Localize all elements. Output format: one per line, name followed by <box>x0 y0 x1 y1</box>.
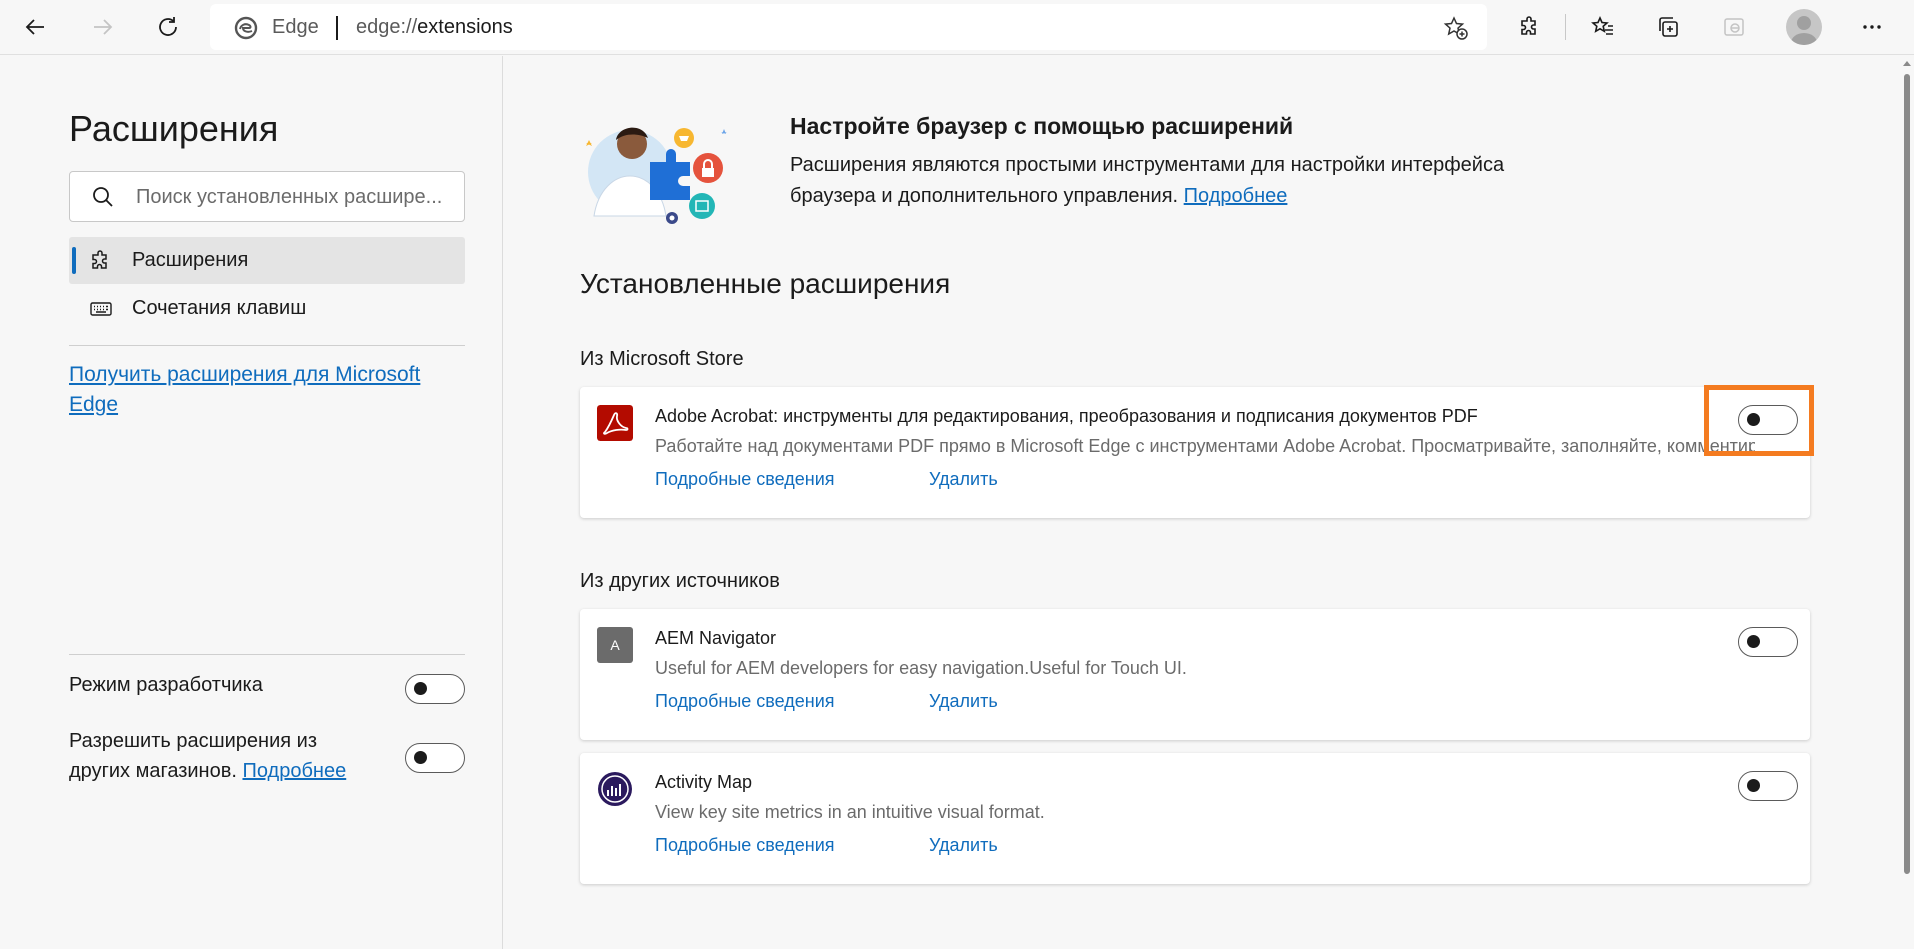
sidebar-divider <box>69 345 465 346</box>
remove-link[interactable]: Удалить <box>929 469 998 490</box>
url-path: extensions <box>417 16 513 38</box>
extensions-hero-illustration <box>586 127 727 224</box>
extensions-icon <box>1521 16 1536 35</box>
refresh-button[interactable] <box>148 8 188 46</box>
details-link[interactable]: Подробные сведения <box>655 835 835 856</box>
sidebar-title: Расширения <box>69 108 279 149</box>
group-title-microsoft-store: Из Microsoft Store <box>580 348 744 370</box>
scroll-up-arrow-icon[interactable] <box>1903 61 1911 66</box>
keyboard-icon <box>90 302 112 316</box>
extension-card-aem-navigator: A AEM Navigator Useful for AEM developer… <box>580 609 1810 740</box>
extension-card-adobe-acrobat: Adobe Acrobat: инструменты для редактиро… <box>580 387 1810 518</box>
search-box[interactable] <box>69 171 465 222</box>
developer-mode-label: Режим разработчика <box>69 674 263 696</box>
address-separator <box>336 16 338 40</box>
extension-description: View key site metrics in an intuitive vi… <box>655 802 1045 822</box>
sidebar-item-shortcuts[interactable]: Сочетания клавиш <box>69 285 465 332</box>
extension-description: Работайте над документами PDF прямо в Mi… <box>655 436 1755 456</box>
extension-name: Adobe Acrobat: инструменты для редактиро… <box>655 406 1478 426</box>
profile-avatar[interactable] <box>1786 9 1822 45</box>
url-text[interactable]: edge://extensions <box>356 16 513 39</box>
collections-icon <box>1659 17 1678 37</box>
arrow-left-icon <box>25 19 44 35</box>
adobe-acrobat-icon <box>597 405 633 441</box>
extension-toggle[interactable] <box>1738 627 1798 657</box>
sidebar: Расширения Расширения Сочетания клавиш П… <box>0 56 503 949</box>
hero-description-line2: браузера и дополнительного управления. <box>790 185 1179 207</box>
extension-name: Activity Map <box>655 772 753 792</box>
remove-link[interactable]: Удалить <box>929 835 998 856</box>
sidebar-item-label: Сочетания клавиш <box>132 297 307 319</box>
activity-map-icon <box>598 772 632 806</box>
details-link[interactable]: Подробные сведения <box>655 469 835 490</box>
other-stores-learn-more-link[interactable]: Подробнее <box>242 760 346 782</box>
extension-card-activity-map: Activity Map View key site metrics in an… <box>580 753 1810 884</box>
favorites-button[interactable] <box>1583 8 1623 46</box>
main-content: Настройте браузер с помощью расширений Р… <box>504 56 1894 949</box>
installed-extensions-title: Установленные расширения <box>580 268 951 299</box>
ie-mode-button[interactable] <box>1714 8 1754 46</box>
url-scheme: edge:// <box>356 16 418 38</box>
details-link[interactable]: Подробные сведения <box>655 691 835 712</box>
search-icon <box>93 187 113 207</box>
page-scrollbar[interactable] <box>1899 56 1914 949</box>
sidebar-item-label: Расширения <box>132 249 249 271</box>
address-bar[interactable]: Edge edge://extensions <box>210 4 1487 50</box>
hero-description: Расширения являются простыми инструмента… <box>790 150 1550 212</box>
browser-toolbar: Edge edge://extensions <box>0 0 1914 55</box>
extension-name: AEM Navigator <box>655 628 777 648</box>
toolbar-divider <box>1565 14 1566 40</box>
more-icon <box>1863 25 1881 29</box>
person-icon <box>1791 16 1817 45</box>
extension-toggle[interactable] <box>1738 771 1798 801</box>
aem-navigator-icon: A <box>597 627 633 663</box>
more-button[interactable] <box>1852 8 1892 46</box>
remove-link[interactable]: Удалить <box>929 691 998 712</box>
site-label: Edge <box>272 16 319 38</box>
group-title-other-sources: Из других источников <box>580 570 780 592</box>
developer-mode-toggle[interactable] <box>405 674 465 704</box>
search-input[interactable] <box>136 182 456 212</box>
collections-button[interactable] <box>1648 8 1688 46</box>
back-button[interactable] <box>16 8 56 46</box>
highlight-box <box>1704 385 1814 456</box>
gear-icon <box>92 250 107 269</box>
add-favorite-icon[interactable] <box>1443 15 1469 41</box>
other-stores-toggle[interactable] <box>405 743 465 773</box>
sidebar-item-extensions[interactable]: Расширения <box>69 237 465 284</box>
extensions-button[interactable] <box>1510 8 1550 46</box>
get-extensions-link[interactable]: Получить расширения для Microsoft Edge <box>69 360 465 420</box>
favorites-icon <box>1591 16 1613 35</box>
edge-logo-icon <box>234 16 258 40</box>
scroll-thumb[interactable] <box>1904 74 1910 874</box>
other-stores-label: Разрешить расширения из других магазинов… <box>69 726 369 786</box>
ie-mode-icon <box>1724 18 1744 36</box>
hero-learn-more-link[interactable]: Подробнее <box>1184 185 1288 207</box>
extension-description: Useful for AEM developers for easy navig… <box>655 658 1187 678</box>
refresh-icon <box>159 17 177 36</box>
arrow-right-icon <box>94 19 113 35</box>
hero-title: Настройте браузер с помощью расширений <box>790 113 1294 139</box>
hero-description-line1: Расширения являются простыми инструмента… <box>790 154 1505 176</box>
sidebar-divider <box>69 654 465 655</box>
forward-button[interactable] <box>82 8 122 46</box>
